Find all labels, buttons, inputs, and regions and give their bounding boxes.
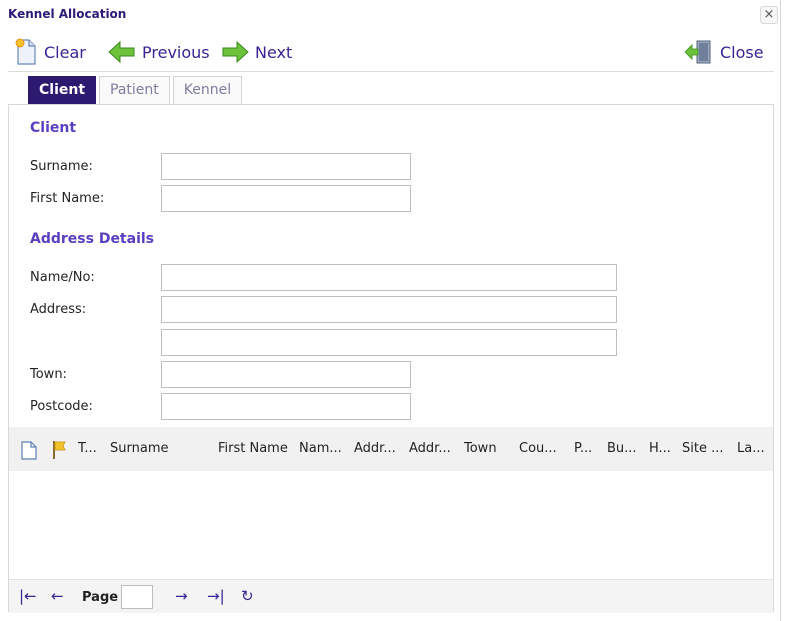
previous-label: Previous bbox=[142, 42, 210, 62]
window-close-button[interactable]: × bbox=[760, 6, 778, 24]
column-header[interactable]: First Name bbox=[218, 441, 288, 456]
next-label: Next bbox=[255, 42, 293, 62]
address-line-2-input[interactable] bbox=[161, 329, 617, 356]
close-label: Close bbox=[720, 42, 764, 62]
refresh-icon[interactable]: ↻ bbox=[241, 587, 254, 605]
first-name-input[interactable] bbox=[161, 185, 411, 212]
document-icon[interactable] bbox=[20, 441, 38, 461]
last-page-button[interactable]: →| bbox=[207, 587, 225, 605]
surname-input[interactable] bbox=[161, 153, 411, 180]
column-header[interactable]: Nam... bbox=[299, 441, 342, 456]
next-page-button[interactable]: → bbox=[175, 587, 188, 605]
results-grid-header: T... Surname First Name Nam... Addr... A… bbox=[9, 427, 773, 471]
page-number-input[interactable] bbox=[121, 585, 153, 609]
arrow-left-icon bbox=[108, 41, 135, 63]
close-button[interactable]: Close bbox=[684, 36, 764, 68]
column-header[interactable]: Bu... bbox=[607, 441, 637, 456]
first-page-button[interactable]: |← bbox=[19, 587, 37, 605]
column-header[interactable]: Cou... bbox=[519, 441, 557, 456]
postcode-input[interactable] bbox=[161, 393, 411, 420]
clear-button[interactable]: Clear bbox=[14, 36, 86, 68]
arrow-right-icon bbox=[222, 41, 249, 63]
kennel-allocation-window: Kennel Allocation × Clear Previous Next bbox=[0, 0, 781, 621]
town-input[interactable] bbox=[161, 361, 411, 388]
tab-strip: Client Patient Kennel bbox=[28, 76, 245, 104]
tab-kennel[interactable]: Kennel bbox=[172, 76, 243, 104]
address-line-1-input[interactable] bbox=[161, 296, 617, 323]
next-button[interactable]: Next bbox=[221, 36, 292, 68]
name-no-input[interactable] bbox=[161, 264, 617, 291]
flag-icon[interactable] bbox=[50, 440, 68, 460]
column-header[interactable]: Surname bbox=[110, 441, 168, 456]
tab-client[interactable]: Client bbox=[28, 76, 97, 104]
column-header[interactable]: Addr... bbox=[409, 441, 451, 456]
results-grid-body[interactable] bbox=[9, 471, 773, 579]
tab-patient[interactable]: Patient bbox=[99, 76, 170, 104]
column-header[interactable]: T... bbox=[78, 441, 97, 456]
exit-door-icon bbox=[684, 40, 711, 64]
column-header[interactable]: P... bbox=[574, 441, 592, 456]
town-label: Town: bbox=[30, 367, 67, 382]
first-name-label: First Name: bbox=[30, 191, 105, 206]
column-header[interactable]: La... bbox=[737, 441, 765, 456]
previous-button[interactable]: Previous bbox=[108, 36, 210, 68]
postcode-label: Postcode: bbox=[30, 399, 93, 414]
grid-pager: |← ← Page → →| ↻ bbox=[9, 579, 773, 613]
column-header[interactable]: Town bbox=[464, 441, 497, 456]
new-document-icon bbox=[15, 38, 36, 65]
column-header[interactable]: Site ... bbox=[682, 441, 724, 456]
address-label: Address: bbox=[30, 302, 87, 317]
name-no-label: Name/No: bbox=[30, 270, 95, 285]
window-title: Kennel Allocation bbox=[8, 7, 127, 21]
clear-label: Clear bbox=[44, 42, 86, 62]
column-header[interactable]: H... bbox=[649, 441, 671, 456]
client-tab-panel: Client Surname: First Name: Address Deta… bbox=[8, 104, 774, 613]
previous-page-button[interactable]: ← bbox=[51, 587, 64, 605]
column-header[interactable]: Addr... bbox=[354, 441, 396, 456]
address-section-title: Address Details bbox=[30, 231, 155, 247]
client-section-title: Client bbox=[30, 120, 77, 136]
toolbar: Clear Previous Next Close bbox=[8, 36, 774, 72]
surname-label: Surname: bbox=[30, 159, 93, 174]
page-label: Page bbox=[82, 590, 119, 605]
